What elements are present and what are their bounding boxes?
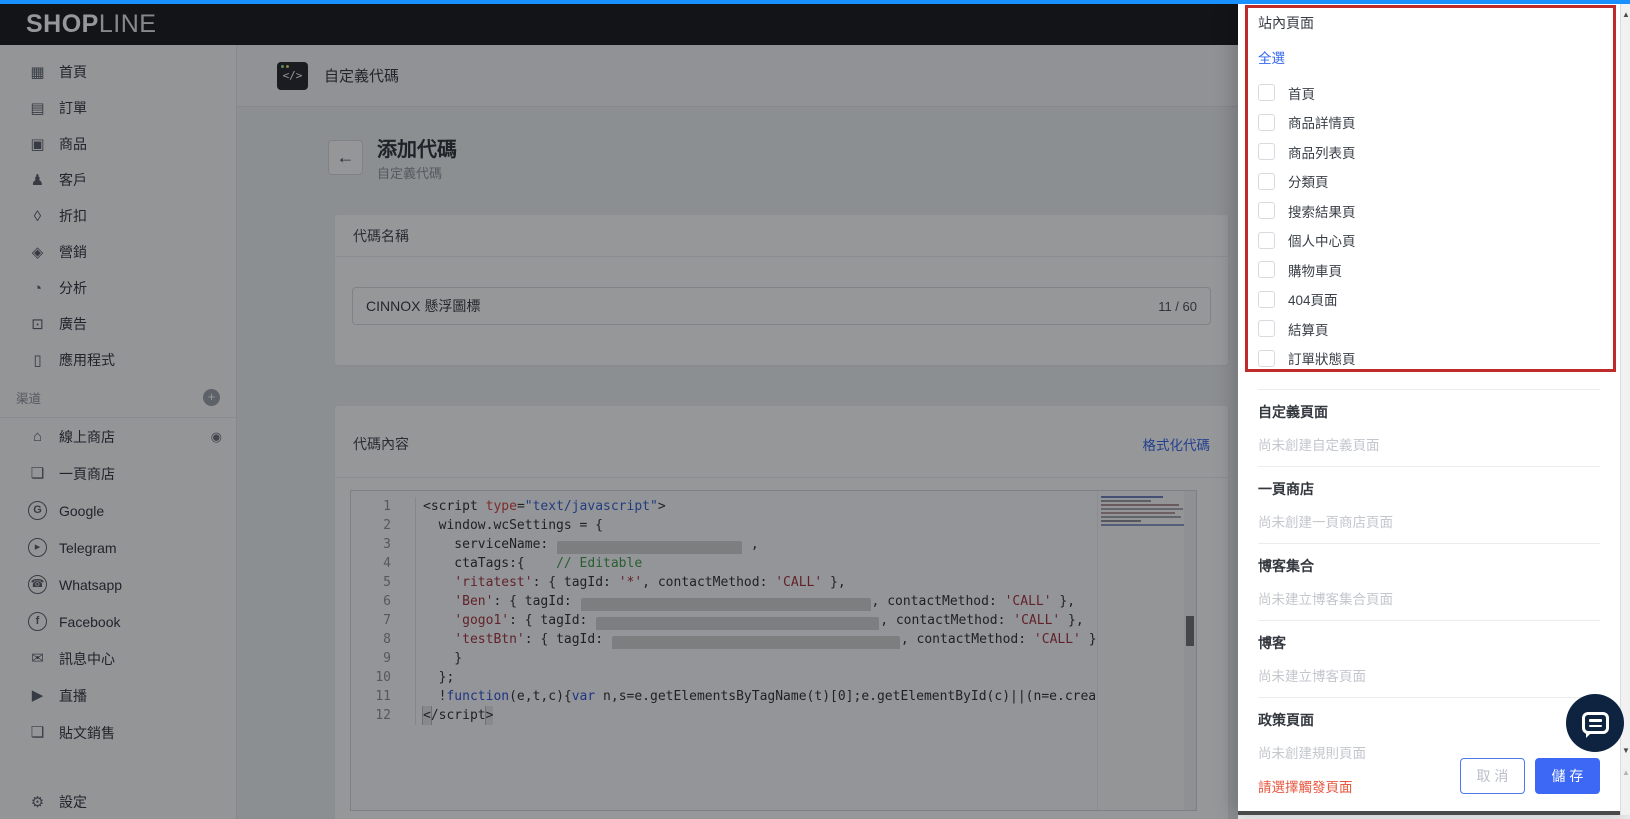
page-section: 博客集合 尚未建立博客集合頁面 <box>1258 544 1600 621</box>
page-section-title: 自定義頁面 <box>1258 404 1328 420</box>
page-checkbox-row-個人中心頁[interactable]: 個人中心頁 <box>1258 226 1600 256</box>
page-section-title: 博客 <box>1258 635 1286 651</box>
page-sections: 自定義頁面 尚未創建自定義頁面 一頁商店 尚未創建一頁商店頁面 博客集合 尚未建… <box>1258 390 1600 774</box>
site-pages-checkbox-list: 首頁 商品詳情頁 商品列表頁 分類頁 搜索結果頁 個人中心頁 購物車頁 404頁… <box>1258 78 1600 373</box>
page-checkbox-row-分類頁[interactable]: 分類頁 <box>1258 167 1600 197</box>
page-section-empty-text: 尚未創建一頁商店頁面 <box>1258 515 1393 530</box>
chat-fab-button[interactable] <box>1566 694 1624 752</box>
page-section: 自定義頁面 尚未創建自定義頁面 <box>1258 390 1600 467</box>
select-all-link[interactable]: 全選 <box>1258 47 1285 67</box>
page-section-title: 政策頁面 <box>1258 712 1314 728</box>
checkbox[interactable] <box>1258 261 1275 279</box>
page-section-empty-text: 尚未建立博客集合頁面 <box>1258 592 1393 607</box>
page-checkbox-row-購物車頁[interactable]: 購物車頁 <box>1258 255 1600 285</box>
page-section-empty-text: 尚未創建自定義頁面 <box>1258 438 1380 453</box>
page-section: 博客 尚未建立博客頁面 <box>1258 621 1600 698</box>
checkbox[interactable] <box>1258 231 1275 249</box>
scroll-down-icon[interactable]: ▼ <box>1621 746 1630 755</box>
page-checkbox-row-搜索結果頁[interactable]: 搜索結果頁 <box>1258 196 1600 226</box>
page-section: 一頁商店 尚未創建一頁商店頁面 <box>1258 467 1600 544</box>
checkbox[interactable] <box>1258 113 1275 131</box>
scroll-up-icon[interactable]: ▲ <box>1621 10 1630 19</box>
checkbox[interactable] <box>1258 320 1275 338</box>
page-checkbox-row-商品詳情頁[interactable]: 商品詳情頁 <box>1258 108 1600 138</box>
site-pages-title: 站內頁面 <box>1258 15 1314 31</box>
chat-bubble-icon <box>1581 712 1609 738</box>
page-section-empty-text: 尚未建立博客頁面 <box>1258 669 1366 684</box>
page-checkbox-row-404頁面[interactable]: 404頁面 <box>1258 285 1600 315</box>
checkbox[interactable] <box>1258 172 1275 190</box>
checkbox[interactable] <box>1258 143 1275 161</box>
drawer-scrollbar[interactable]: ▲ ▼ ▲ <box>1620 4 1630 815</box>
page-section-title: 一頁商店 <box>1258 481 1314 497</box>
page-checkbox-row-商品列表頁[interactable]: 商品列表頁 <box>1258 137 1600 167</box>
checkbox[interactable] <box>1258 202 1275 220</box>
dim-overlay <box>0 4 1238 819</box>
checkbox[interactable] <box>1258 84 1275 102</box>
page-section-title: 博客集合 <box>1258 558 1314 574</box>
save-button[interactable]: 儲 存 <box>1535 758 1600 794</box>
checkbox[interactable] <box>1258 349 1275 367</box>
browser-progress-strip <box>0 0 1630 4</box>
checkbox[interactable] <box>1258 290 1275 308</box>
page-checkbox-row-訂單狀態頁[interactable]: 訂單狀態頁 <box>1258 344 1600 374</box>
trigger-pages-drawer: 站內頁面 全選 首頁 商品詳情頁 商品列表頁 分類頁 搜索結果頁 個人中心頁 購… <box>1238 4 1630 815</box>
scroll-up-icon-secondary[interactable]: ▲ <box>1621 768 1630 777</box>
cancel-button[interactable]: 取 消 <box>1460 758 1525 794</box>
page-checkbox-row-結算頁[interactable]: 結算頁 <box>1258 314 1600 344</box>
page-checkbox-row-首頁[interactable]: 首頁 <box>1258 78 1600 108</box>
